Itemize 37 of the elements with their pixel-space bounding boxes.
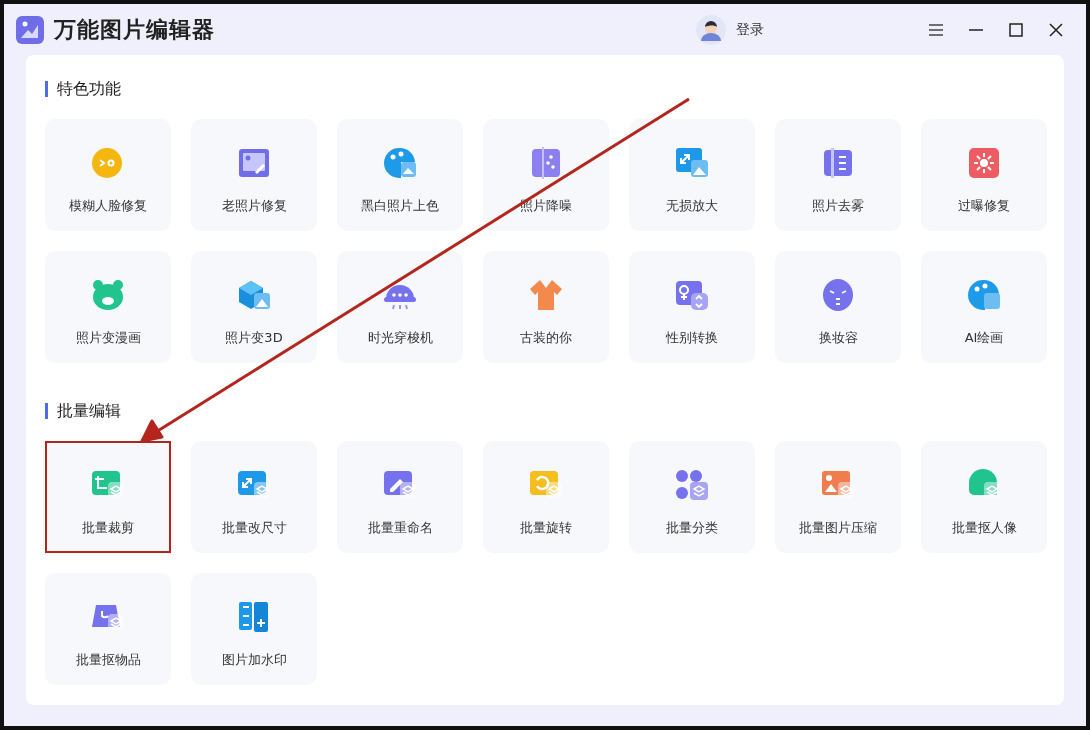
section-marker xyxy=(45,81,48,97)
feature-tile[interactable]: 批量抠物品 xyxy=(45,573,171,685)
feature-tile[interactable]: 黑白照片上色 xyxy=(337,119,463,231)
feature-tile[interactable]: 批量重命名 xyxy=(337,441,463,553)
robe-icon xyxy=(528,277,564,313)
feature-tile[interactable]: 照片去雾 xyxy=(775,119,901,231)
feature-tile[interactable]: 照片变漫画 xyxy=(45,251,171,363)
feature-tile[interactable]: 无损放大 xyxy=(629,119,755,231)
palette-icon xyxy=(966,277,1002,313)
section-title: 特色功能 xyxy=(57,78,121,100)
shapes-layers-icon xyxy=(674,467,710,503)
face-mask-icon xyxy=(820,277,856,313)
sun-icon xyxy=(966,145,1002,181)
section-title: 批量编辑 xyxy=(57,400,121,422)
feature-tile[interactable]: 图片加水印 xyxy=(191,573,317,685)
section-marker xyxy=(45,403,48,419)
palette-icon xyxy=(382,145,418,181)
feature-tile[interactable]: 老照片修复 xyxy=(191,119,317,231)
feature-tile[interactable]: AI绘画 xyxy=(921,251,1047,363)
feature-tile[interactable]: 性别转换 xyxy=(629,251,755,363)
feature-tile[interactable]: 批量改尺寸 xyxy=(191,441,317,553)
feature-tile[interactable]: 换妆容 xyxy=(775,251,901,363)
feature-tile[interactable]: 批量分类 xyxy=(629,441,755,553)
feature-tile[interactable]: 批量裁剪 xyxy=(45,441,171,553)
feature-tile[interactable]: 照片变3D xyxy=(191,251,317,363)
bear-face-icon xyxy=(90,277,126,313)
feature-tile[interactable]: 古装的你 xyxy=(483,251,609,363)
feature-tile[interactable]: 批量抠人像 xyxy=(921,441,1047,553)
feature-tile[interactable]: 批量图片压缩 xyxy=(775,441,901,553)
feature-tile[interactable]: 批量旋转 xyxy=(483,441,609,553)
feature-tile[interactable]: 过曝修复 xyxy=(921,119,1047,231)
feature-tile[interactable]: 模糊人脸修复 xyxy=(45,119,171,231)
login-link[interactable]: 登录 xyxy=(736,20,764,39)
avatar-icon[interactable] xyxy=(696,14,726,45)
app-title: 万能图片编辑器 xyxy=(54,15,215,44)
feature-tile[interactable]: 时光穿梭机 xyxy=(337,251,463,363)
logo-icon xyxy=(16,15,44,44)
